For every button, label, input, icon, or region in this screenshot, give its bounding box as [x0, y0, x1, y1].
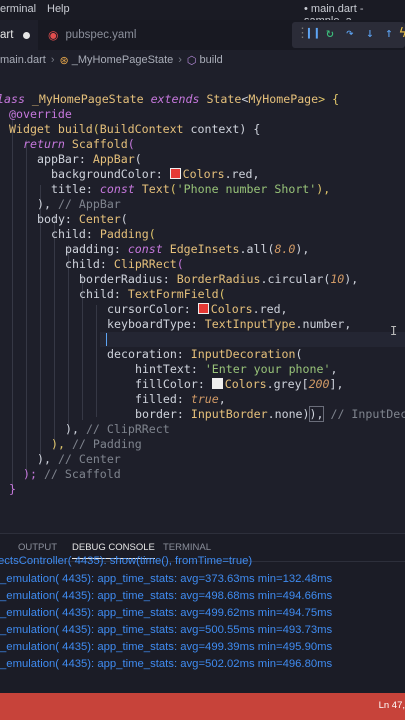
red-color-swatch[interactable] [169, 168, 181, 179]
indent-guide [40, 185, 41, 465]
unsaved-dot-icon[interactable] [23, 31, 31, 39]
menu-help[interactable]: Help [47, 3, 70, 15]
code-line: child: Padding( [51, 227, 156, 241]
code-line: } [9, 482, 16, 496]
code-line: ), // ClipRRect [65, 422, 170, 436]
step-out-icon[interactable]: ↑ [385, 26, 393, 41]
restart-icon[interactable]: ↻ [326, 26, 334, 41]
code-line: lass _MyHomePageState extends State<MyHo… [0, 92, 340, 106]
code-line: border: InputBorder.none)), // InputDec [135, 406, 405, 422]
method-icon: ⬡ [186, 54, 197, 67]
code-line: title: const Text('Phone number Short'), [51, 182, 331, 196]
code-line: hintText: 'Enter your phone', [135, 362, 338, 376]
chevron-right-icon: › [178, 54, 182, 66]
tab-output[interactable]: OUTPUT [18, 542, 57, 553]
breadcrumb: main.dart › ⊛ _MyHomePageState › ⬡ build [0, 50, 405, 70]
hot-reload-icon[interactable]: ϟ [399, 26, 405, 41]
status-bar: Ln 47, [0, 693, 405, 720]
current-line-highlight [100, 332, 405, 347]
code-line: ); // Scaffold [23, 467, 121, 481]
code-line: child: ClipRRect( [65, 257, 184, 271]
console-line: _emulation( 4435): app_time_stats: avg=4… [0, 590, 333, 602]
code-line: ), // Center [37, 452, 121, 466]
bottom-panel: OUTPUT DEBUG CONSOLE TERMINAL ectsContro… [0, 533, 405, 694]
code-line: body: Center( [37, 212, 128, 226]
code-line: backgroundColor: Colors.red, [51, 167, 260, 181]
tab-label: pubspec.yaml [65, 29, 137, 41]
code-line: decoration: InputDecoration( [107, 347, 303, 361]
code-line: ), // Padding [51, 437, 142, 451]
menu-terminal[interactable]: erminal [0, 3, 36, 15]
code-line: child: TextFormField( [79, 287, 226, 301]
indent-guide [12, 110, 13, 492]
tab-main-dart[interactable]: art [0, 20, 38, 50]
code-line: borderRadius: BorderRadius.circular(10), [79, 272, 359, 286]
tab-label: art [0, 29, 14, 41]
grey-color-swatch[interactable] [211, 378, 223, 389]
class-icon: ⊛ [59, 54, 69, 67]
chevron-right-icon: › [50, 54, 55, 66]
step-into-icon[interactable]: ↓ [366, 26, 374, 41]
red-color-swatch[interactable] [197, 303, 209, 314]
code-line: Widget build(BuildContext context) { [9, 122, 261, 136]
code-line: padding: const EdgeInsets.all(8.0), [65, 242, 310, 256]
breadcrumb-file[interactable]: main.dart [0, 54, 46, 66]
pause-icon[interactable]: ❙❙ [305, 26, 321, 41]
indent-guide [26, 140, 27, 475]
step-over-icon[interactable]: ↷ [346, 26, 354, 41]
indent-guide [96, 305, 97, 417]
console-line: ectsController( 4435): show(time(), from… [0, 555, 253, 567]
code-line: filled: true, [135, 392, 226, 406]
code-line: cursorColor: Colors.red, [107, 302, 288, 316]
mouse-ibeam-icon: I [390, 324, 398, 338]
indent-guide [54, 215, 55, 450]
text-cursor [106, 333, 107, 346]
console-line: _emulation( 4435): app_time_stats: avg=4… [0, 641, 333, 653]
tab-pubspec[interactable]: ◉ pubspec.yaml [44, 20, 154, 50]
indent-guide [68, 245, 69, 435]
code-line: return Scaffold( [23, 137, 135, 151]
console-line: _emulation( 4435): app_time_stats: avg=4… [0, 607, 333, 619]
rss-icon: ◉ [48, 28, 59, 42]
debug-toolbar: ⋮ ❙❙ ↻ ↷ ↓ ↑ ϟ [292, 22, 405, 48]
console-line: _emulation( 4435): app_time_stats: avg=3… [0, 573, 333, 585]
code-line: keyboardType: TextInputType.number, [107, 317, 352, 331]
cursor-position[interactable]: Ln 47, [379, 700, 405, 711]
console-line: _emulation( 4435): app_time_stats: avg=5… [0, 658, 333, 670]
console-line: _emulation( 4435): app_time_stats: avg=5… [0, 624, 333, 636]
tab-terminal[interactable]: TERMINAL [163, 542, 211, 553]
code-line: ), // AppBar [37, 197, 121, 211]
breadcrumb-method[interactable]: build [200, 54, 223, 66]
breadcrumb-class[interactable]: _MyHomePageState [72, 54, 174, 66]
code-line: @override [9, 107, 72, 121]
code-line: fillColor: Colors.grey[200], [135, 377, 344, 391]
code-line: appBar: AppBar( [37, 152, 142, 166]
menu-bar: erminal Help • main.dart - sample_a [0, 0, 405, 27]
